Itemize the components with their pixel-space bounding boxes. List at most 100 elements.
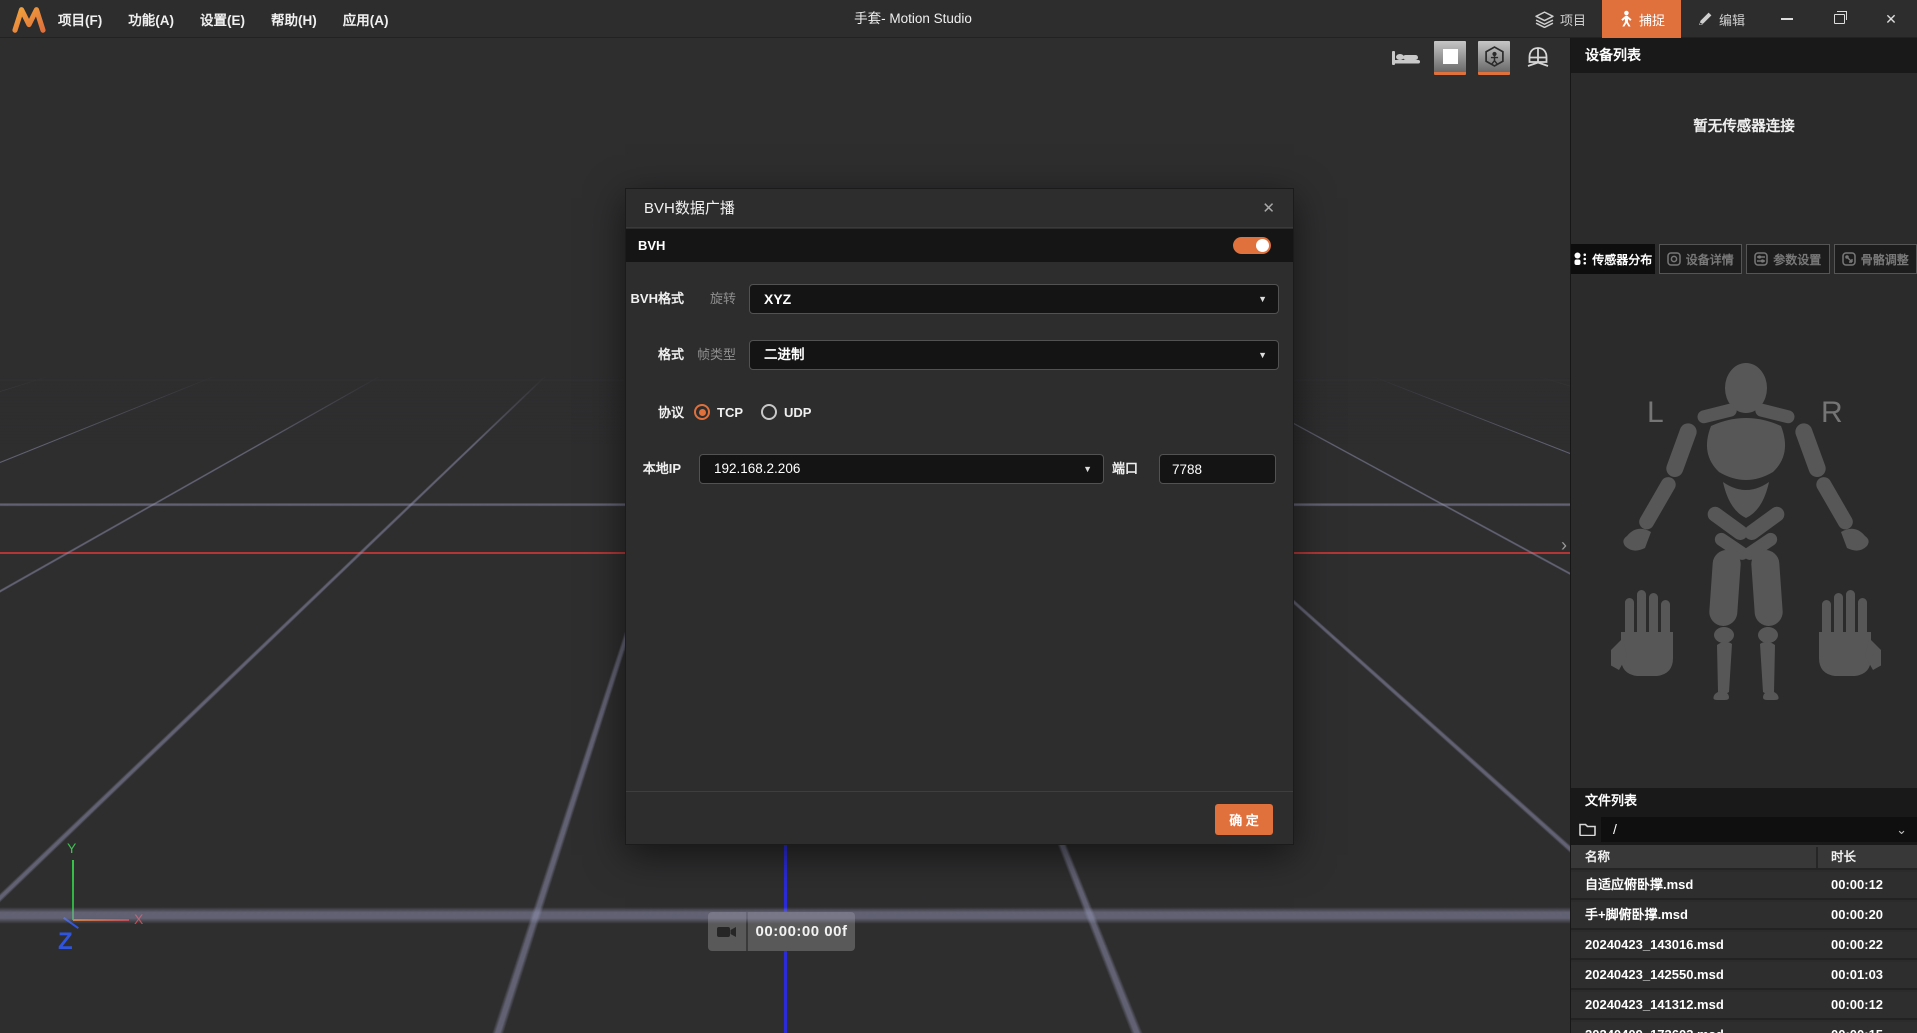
axis-x-label: X [134, 911, 143, 927]
chevron-down-icon[interactable]: ⌄ [1896, 817, 1907, 842]
tab-skeleton-adjust-label: 骨骼调整 [1861, 251, 1909, 268]
menu-help[interactable]: 帮助(H) [271, 9, 317, 29]
tab-capture[interactable]: 捕捉 [1602, 0, 1681, 38]
chevron-down-icon: ▼ [1083, 455, 1092, 483]
file-row[interactable]: 自适应俯卧撑.msd 00:00:12 [1571, 872, 1917, 900]
tab-device-details[interactable]: 设备详情 [1659, 244, 1743, 274]
avatar-view-button[interactable] [1478, 41, 1510, 75]
file-row[interactable]: 20240423_142550.msd 00:01:03 [1571, 962, 1917, 990]
chevron-down-icon: ▼ [1258, 285, 1267, 313]
tab-parameter-settings[interactable]: 参数设置 [1746, 244, 1830, 274]
file-duration: 00:00:20 [1831, 902, 1883, 928]
bvh-format-label: BVH格式 [626, 284, 684, 314]
tab-sensor-distribution[interactable]: 传感器分布 [1571, 244, 1655, 274]
menu-settings[interactable]: 设置(E) [200, 9, 245, 29]
udp-radio[interactable] [761, 404, 777, 420]
body-figure [1611, 360, 1881, 700]
video-camera-icon [717, 925, 737, 939]
close-window-button[interactable]: ✕ [1865, 0, 1917, 38]
file-duration: 00:00:12 [1831, 872, 1883, 898]
device-details-icon [1667, 252, 1681, 266]
close-window-icon: ✕ [1885, 11, 1897, 28]
bvh-section-label: BVH [638, 229, 665, 262]
frame-type-select[interactable]: 二进制 ▼ [749, 340, 1279, 370]
rotation-select[interactable]: XYZ ▼ [749, 284, 1279, 314]
file-path-value: / [1613, 821, 1617, 837]
tab-device-details-label: 设备详情 [1686, 251, 1734, 268]
panel-collapse-button[interactable]: › [1556, 528, 1572, 562]
helmet-icon [1525, 45, 1551, 71]
file-duration: 00:01:03 [1831, 962, 1883, 988]
menu-function[interactable]: 功能(A) [128, 9, 174, 29]
network-row: 本地IP 192.168.2.206 ▼ 端口 [626, 454, 1293, 484]
file-row[interactable]: 手+脚俯卧撑.msd 00:00:20 [1571, 902, 1917, 930]
capture-person-icon [1618, 10, 1633, 28]
column-duration: 时长 [1831, 845, 1856, 870]
menu-apps[interactable]: 应用(A) [343, 9, 389, 29]
file-name: 20240423_143016.msd [1585, 932, 1724, 958]
protocol-row: 协议 TCP UDP [626, 398, 1293, 428]
record-camera-button[interactable] [708, 912, 748, 951]
axis-y-label: Y [67, 840, 76, 856]
maximize-icon [1834, 14, 1845, 24]
bed-icon [1391, 49, 1421, 67]
bvh-format-row: BVH格式 旋转 XYZ ▼ [626, 284, 1293, 314]
file-path-select[interactable]: / ⌄ [1601, 817, 1917, 842]
bvh-enable-toggle[interactable] [1233, 237, 1271, 254]
tcp-radio[interactable] [694, 404, 710, 420]
sensor-distribution-icon [1573, 252, 1587, 266]
grid-view-button[interactable] [1434, 41, 1466, 75]
app-window: 项目(F) 功能(A) 设置(E) 帮助(H) 应用(A) 手套- Motion… [0, 0, 1917, 1033]
cube-person-icon [1484, 46, 1505, 67]
menubar: 项目(F) 功能(A) 设置(E) 帮助(H) 应用(A) [58, 0, 389, 38]
pencil-icon [1697, 11, 1713, 27]
tab-edit[interactable]: 编辑 [1681, 0, 1761, 38]
parameter-settings-icon [1754, 252, 1768, 266]
file-row[interactable]: 20240409_173603.msd 00:00:15 [1571, 1022, 1917, 1033]
protocol-label: 协议 [626, 398, 684, 428]
minimize-button[interactable] [1761, 0, 1813, 38]
file-row[interactable]: 20240423_141312.msd 00:00:12 [1571, 992, 1917, 1020]
rest-pose-button[interactable] [1390, 42, 1422, 74]
column-name: 名称 [1585, 845, 1610, 870]
file-name: 20240423_141312.msd [1585, 992, 1724, 1018]
local-ip-select[interactable]: 192.168.2.206 ▼ [699, 454, 1104, 484]
timecode-value: 00:00:00 00f [748, 923, 855, 940]
frame-type-label: 帧类型 [688, 340, 736, 370]
port-label: 端口 [1112, 454, 1150, 484]
column-divider [1816, 847, 1818, 868]
file-name: 手+脚俯卧撑.msd [1585, 902, 1688, 928]
layers-icon [1535, 11, 1554, 28]
viewport-toolbar [1390, 40, 1554, 76]
app-logo-icon [12, 5, 46, 33]
frame-type-select-value: 二进制 [764, 347, 805, 362]
tab-skeleton-adjust[interactable]: 骨骼调整 [1834, 244, 1917, 274]
file-path-row: / ⌄ [1571, 814, 1917, 845]
tab-sensor-distribution-label: 传感器分布 [1592, 251, 1652, 268]
rotation-label: 旋转 [688, 284, 736, 314]
file-table-header: 名称 时长 [1571, 845, 1917, 870]
menu-project[interactable]: 项目(F) [58, 9, 102, 29]
confirm-button[interactable]: 确 定 [1215, 804, 1273, 835]
maximize-button[interactable] [1813, 0, 1865, 38]
tab-project[interactable]: 项目 [1519, 0, 1602, 38]
port-input[interactable] [1159, 454, 1276, 484]
file-name: 20240409_173603.msd [1585, 1022, 1724, 1033]
axis-x-line [73, 919, 129, 921]
dialog-title: BVH数据广播 [644, 189, 735, 228]
dialog-header: BVH数据广播 ✕ [626, 189, 1293, 228]
udp-label: UDP [784, 405, 811, 420]
no-sensor-text: 暂无传感器连接 [1571, 115, 1917, 136]
axis-y-line [72, 860, 74, 920]
timecode-chip: 00:00:00 00f [708, 912, 855, 951]
file-row[interactable]: 20240423_143016.msd 00:00:22 [1571, 932, 1917, 960]
camera-view-button[interactable] [1522, 42, 1554, 74]
device-list-header: 设备列表 [1571, 38, 1917, 73]
panel-tabbar: 传感器分布 设备详情 参数设置 [1571, 244, 1917, 274]
titlebar: 项目(F) 功能(A) 设置(E) 帮助(H) 应用(A) 手套- Motion… [0, 0, 1917, 38]
dialog-close-icon[interactable]: ✕ [1262, 189, 1275, 228]
frame-format-row: 格式 帧类型 二进制 ▼ [626, 340, 1293, 370]
minimize-icon [1781, 18, 1793, 20]
file-duration: 00:00:22 [1831, 932, 1883, 958]
tab-project-label: 项目 [1560, 10, 1586, 29]
